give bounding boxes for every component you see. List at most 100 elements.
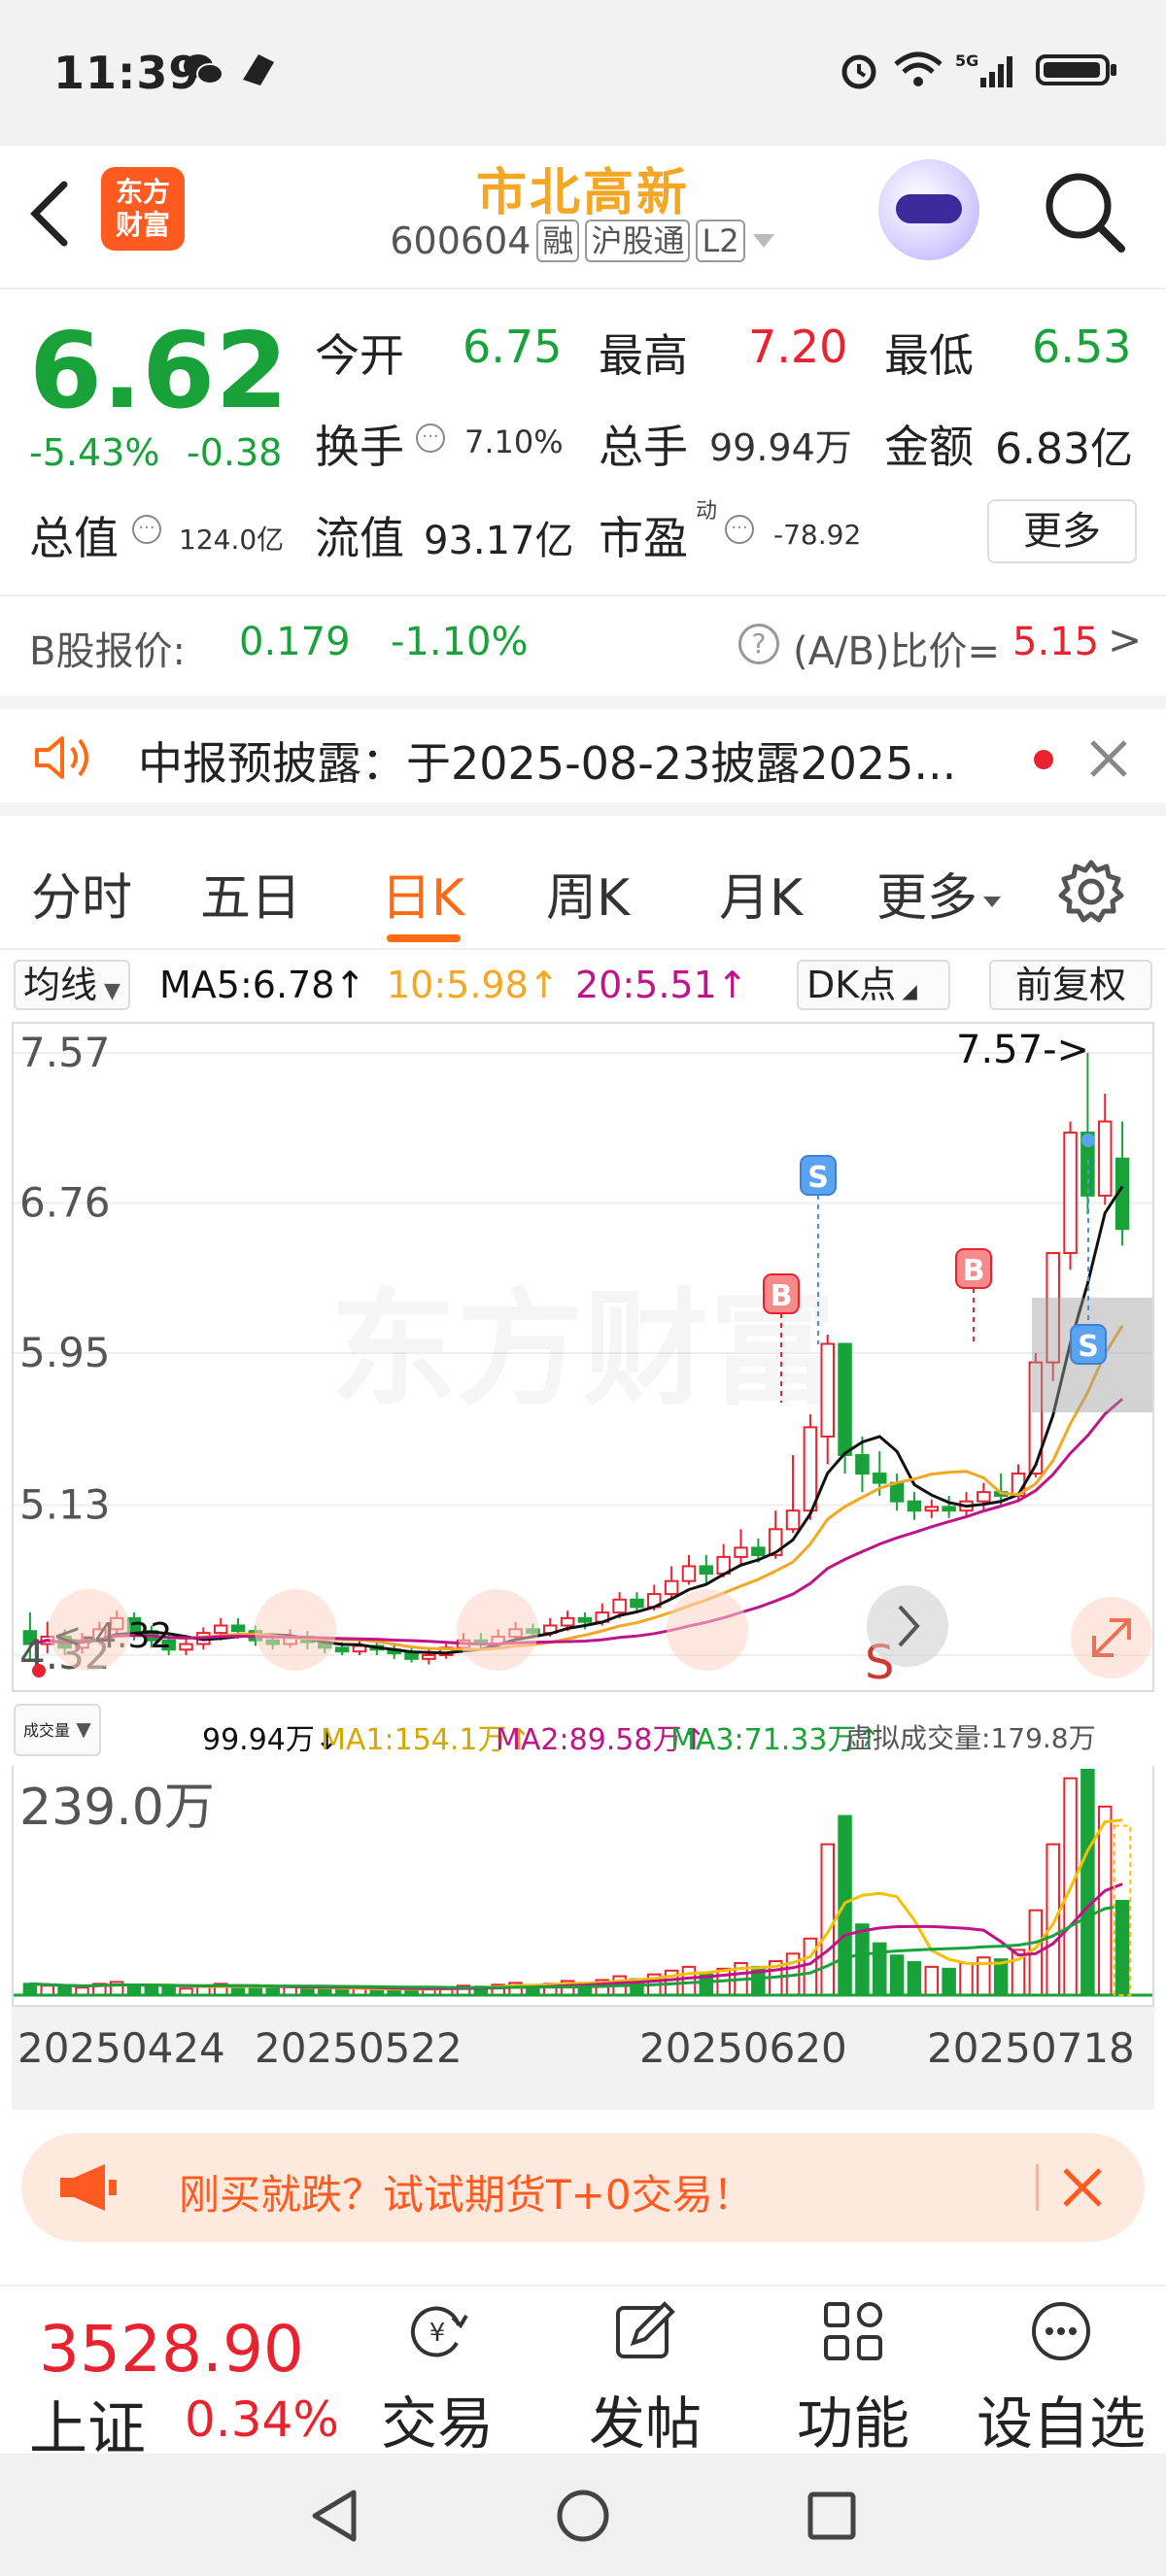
volume-ma1-line xyxy=(29,1818,1123,1991)
tab-monthly-k[interactable]: 月K xyxy=(719,857,803,930)
close-announcement-button[interactable] xyxy=(1084,734,1133,787)
pe-info-icon[interactable]: ··· xyxy=(725,515,754,544)
pe-label: 市盈 xyxy=(599,512,688,564)
volume-bar-up xyxy=(803,1937,818,1997)
price-axis-label: 7.57 xyxy=(19,1029,111,1076)
stock-name: 市北高新 xyxy=(475,164,690,222)
market-cap-info-icon[interactable]: ··· xyxy=(132,515,161,544)
tab-daily-k[interactable]: 日K xyxy=(381,857,464,930)
volume-value: 99.94万 xyxy=(709,426,852,469)
dk-point-select[interactable]: DK点 ◢ xyxy=(797,960,950,1010)
b-share-label: B股报价: xyxy=(29,629,186,674)
nav-recents-button[interactable] xyxy=(805,2489,859,2547)
index-change: 0.34% xyxy=(185,2391,339,2448)
candle-down xyxy=(889,1481,905,1503)
date-tick: 20250424 xyxy=(17,2024,225,2072)
candlestick-chart[interactable]: 东方财富 7.576.765.955.134.32 7.57-><-4.32SB… xyxy=(12,1022,1154,1692)
tabs-divider xyxy=(0,948,1166,950)
volume-svg: 239.0万 xyxy=(14,1769,1152,1997)
candle-up xyxy=(803,1426,818,1512)
settings-button[interactable] xyxy=(1057,857,1125,929)
volume-bar-up xyxy=(924,1965,940,1997)
close-promo-button[interactable] xyxy=(1057,2162,1108,2217)
candle-up xyxy=(612,1598,627,1614)
ma-type-select[interactable]: 均线 ▼ xyxy=(14,960,130,1010)
candle-up xyxy=(820,1342,835,1438)
svg-text:5G: 5G xyxy=(955,51,978,70)
clock: 11:39 xyxy=(53,47,201,99)
caret-down-icon xyxy=(752,234,774,248)
chart-control-circle xyxy=(49,1589,130,1671)
candle-up xyxy=(681,1565,697,1582)
candle-down xyxy=(873,1473,887,1484)
sell-marker-letter: S xyxy=(807,1161,829,1195)
logo-text-line-2: 财富 xyxy=(115,209,170,241)
nav-back-button[interactable] xyxy=(307,2487,361,2549)
low-label: 最低 xyxy=(884,329,974,382)
candle-up xyxy=(1063,1132,1078,1255)
level2-tag: L2 xyxy=(696,220,745,262)
buy-marker-letter: B xyxy=(771,1279,793,1313)
volume-indicator-select[interactable]: 成交量 ▼ xyxy=(14,1704,101,1756)
chevron-left-icon xyxy=(30,181,68,247)
candle-down xyxy=(907,1500,922,1512)
status-bar: 11:39 5G xyxy=(0,0,1166,146)
ai-assistant-avatar[interactable] xyxy=(878,159,979,260)
nav-home-button[interactable] xyxy=(554,2487,612,2549)
stock-code: 600604 xyxy=(390,220,532,262)
ma10-value: 10:5.98↑ xyxy=(387,964,560,1006)
high-label: 最高 xyxy=(599,329,688,382)
b-share-row[interactable]: B股报价: 0.179 -1.10% ? (A/B)比价= 5.15 > xyxy=(0,594,1166,692)
volume-bar-down xyxy=(942,1967,956,1996)
date-axis: 20250424 20250522 20250620 20250718 xyxy=(12,2007,1154,2110)
ma5-value: MA5:6.78↑ xyxy=(159,964,366,1006)
candle-up xyxy=(422,1654,436,1660)
functions-button[interactable]: 功能 xyxy=(756,2296,950,2459)
turnover-info-icon[interactable]: ··· xyxy=(416,424,445,453)
trade-icon: ¥ xyxy=(410,2306,468,2357)
back-button[interactable] xyxy=(25,175,84,253)
tab-more[interactable]: 更多 xyxy=(876,857,1003,930)
candle-up xyxy=(179,1643,193,1651)
watermark: 东方财富 xyxy=(330,1275,836,1423)
current-price: 6.62 xyxy=(29,311,289,432)
post-button[interactable]: 发帖 xyxy=(548,2296,742,2459)
robot-visor xyxy=(896,194,962,223)
sell-dot xyxy=(1081,1134,1095,1147)
tab-five-day[interactable]: 五日 xyxy=(200,857,301,930)
volume-bar-down xyxy=(855,1923,870,1996)
add-watchlist-button[interactable]: 设自选 xyxy=(964,2296,1158,2459)
amount-value: 6.83亿 xyxy=(995,424,1133,474)
square-recents-icon xyxy=(807,2491,856,2540)
sell-marker-letter: S xyxy=(1078,1330,1099,1364)
margin-tag: 融 xyxy=(536,220,580,262)
help-icon[interactable]: ? xyxy=(738,624,779,664)
b-share-change: -1.10% xyxy=(391,620,529,664)
volume-chart[interactable]: 239.0万 xyxy=(12,1766,1154,2007)
open-label: 今开 xyxy=(315,329,404,382)
stock-meta[interactable]: 600604 融 沪股通 L2 xyxy=(360,220,806,262)
volume-label: 总手 xyxy=(599,421,688,473)
trade-button[interactable]: ¥ 交易 xyxy=(340,2296,534,2459)
price-axis-label: 5.95 xyxy=(19,1329,111,1376)
tab-weekly-k[interactable]: 周K xyxy=(546,857,630,930)
tab-intraday[interactable]: 分时 xyxy=(31,857,132,930)
pe-dynamic-sup: 动 xyxy=(696,499,718,524)
search-button[interactable] xyxy=(1038,165,1131,258)
index-ticker[interactable]: 3528.90 上证 0.34% xyxy=(0,2287,340,2463)
announcement-bar[interactable]: 中报预披露：于2025-08-23披露2025... xyxy=(0,695,1166,816)
east-money-logo[interactable]: 东方 财富 xyxy=(101,167,185,251)
adjust-select[interactable]: 前复权 xyxy=(989,960,1152,1010)
ma-select-label: 均线 xyxy=(23,964,98,1006)
volume-max-label: 239.0万 xyxy=(19,1779,215,1837)
signal-5g-icon: 5G xyxy=(954,49,1018,91)
more-quote-button[interactable]: 更多 xyxy=(987,499,1137,563)
announcement-text: 中报预披露：于2025-08-23披露2025... xyxy=(138,737,957,790)
candle-down xyxy=(942,1506,956,1512)
price-axis-label: 5.13 xyxy=(19,1480,111,1528)
promo-banner[interactable]: 刚买就跌？试试期货T+0交易！ xyxy=(21,2133,1145,2242)
alarm-icon xyxy=(836,49,882,91)
candle-up xyxy=(664,1579,679,1596)
trade-label: 交易 xyxy=(380,2390,494,2457)
wifi-icon xyxy=(890,49,946,91)
